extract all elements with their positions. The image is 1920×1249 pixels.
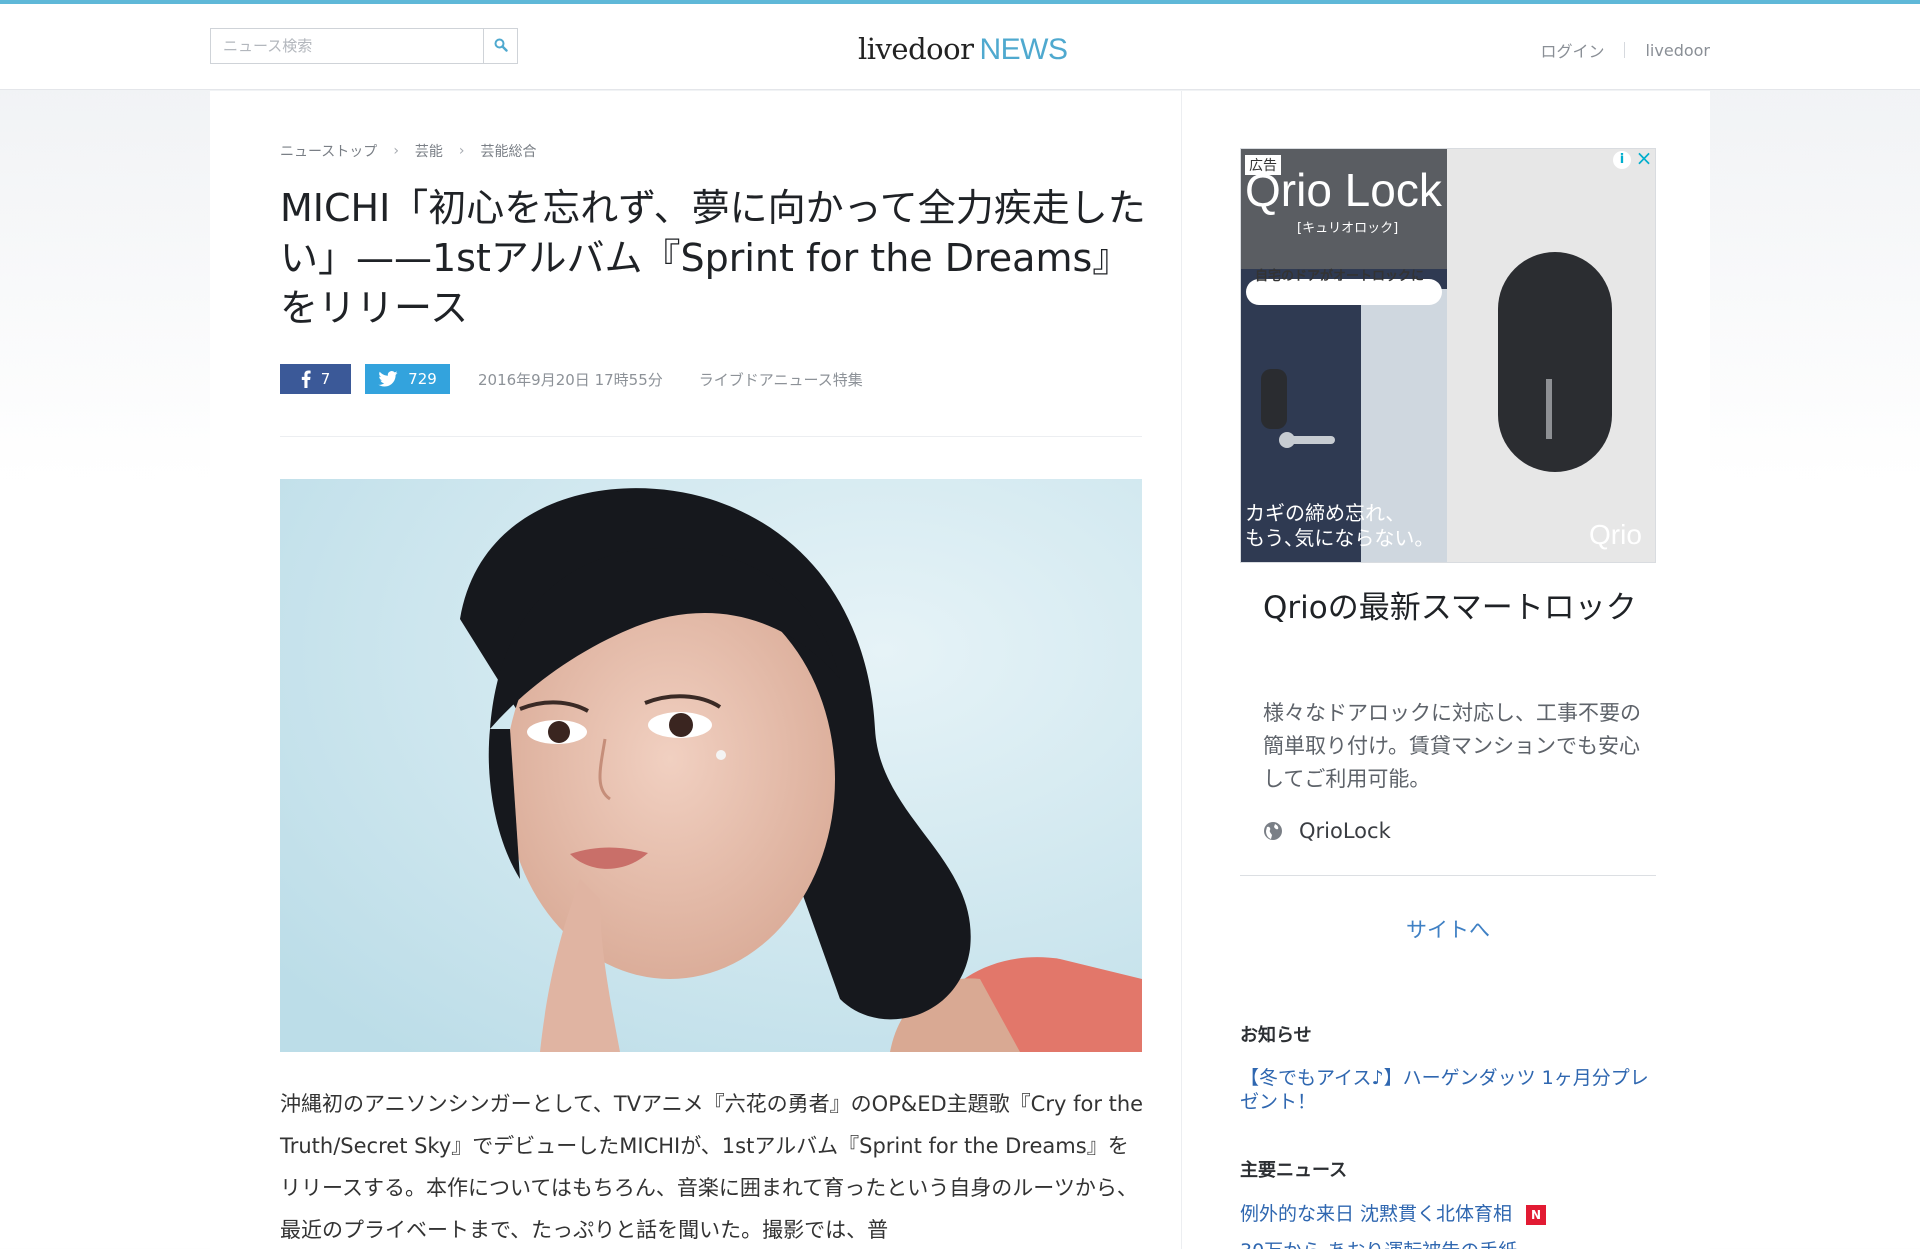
twitter-share-button[interactable]: 729 xyxy=(365,364,450,394)
content-area: ニューストップ › 芸能 › 芸能総合 MICHI「初心を忘れず、夢に向かって全… xyxy=(210,91,1710,1249)
chevron-right-icon: › xyxy=(393,143,399,159)
ad-title[interactable]: Qrioの最新スマートロック xyxy=(1263,585,1643,631)
ad-tagline: 自宅のドアがオートロックに xyxy=(1255,269,1425,284)
portrait-illustration xyxy=(280,479,1142,1052)
meta-divider xyxy=(280,436,1142,437)
article-body: 沖縄初のアニソンシンガーとして、TVアニメ『六花の勇者』のOP&ED主題歌『Cr… xyxy=(280,1092,1144,1242)
search-button[interactable] xyxy=(483,29,517,63)
article-meta: 7 729 2016年9月20日 17時55分 ライブドアニュース特集 xyxy=(280,364,863,394)
breadcrumb-news-top[interactable]: ニューストップ xyxy=(280,141,377,161)
ad-catch-line1: カギの締め忘れ、 xyxy=(1245,501,1406,525)
search-icon xyxy=(494,37,508,56)
header-nav: ログイン livedoor xyxy=(1540,38,1710,62)
search-box xyxy=(210,28,518,64)
major-news-item-1: 例外的な来日 沈黙貫く北体育相 xyxy=(1240,1203,1513,1225)
ad-divider xyxy=(1240,875,1656,876)
ad-catch-line2: もう､気にならない。 xyxy=(1245,526,1435,550)
ad-banner[interactable]: 広告 Qrio Lock [キュリオロック] 自宅のドアがオートロックに カギの… xyxy=(1240,148,1656,563)
ad-description: 様々なドアロックに対応し、工事不要の簡単取り付け。賃貸マンションでも安心してご利… xyxy=(1263,701,1641,791)
breadcrumb-entertainment-general[interactable]: 芸能総合 xyxy=(481,141,537,161)
notice-item[interactable]: 【冬でもアイス♪】ハーゲンダッツ 1ヶ月分プレゼント！ xyxy=(1240,1066,1660,1114)
globe-icon xyxy=(1263,821,1283,841)
ad-product-sub: [キュリオロック] xyxy=(1297,221,1399,236)
breadcrumb: ニューストップ › 芸能 › 芸能総合 xyxy=(280,141,537,161)
major-news-item[interactable]: 30万から あおり運転被告の手紙 xyxy=(1240,1239,1660,1249)
twitter-bird-icon xyxy=(378,371,398,387)
publish-date: 2016年9月20日 17時55分 xyxy=(478,370,663,389)
major-news-heading: 主要ニュース xyxy=(1240,1160,1348,1181)
article-source[interactable]: ライブドアニュース特集 xyxy=(699,369,863,390)
notices-heading: お知らせ xyxy=(1240,1025,1312,1046)
article-title: MICHI「初心を忘れず、夢に向かって全力疾走したい」——1stアルバム『Spr… xyxy=(280,186,1146,330)
ad-product: Qrio Lock xyxy=(1245,164,1442,216)
site-header: livedoorNEWS ログイン livedoor xyxy=(0,4,1920,90)
login-link[interactable]: ログイン xyxy=(1540,38,1604,62)
nav-divider xyxy=(1624,42,1626,58)
ad-catch: カギの締め忘れ、 もう､気にならない。 xyxy=(1245,501,1434,551)
facebook-share-button[interactable]: 7 xyxy=(280,364,351,394)
site-logo[interactable]: livedoor NEWS xyxy=(858,32,1068,67)
article-column: ニューストップ › 芸能 › 芸能総合 MICHI「初心を忘れず、夢に向かって全… xyxy=(210,91,1182,1249)
search-input[interactable] xyxy=(211,29,483,63)
adchoices-icon[interactable]: i xyxy=(1613,151,1631,169)
breadcrumb-entertainment[interactable]: 芸能 xyxy=(415,141,443,161)
close-icon[interactable]: × xyxy=(1635,149,1653,169)
ad-brand[interactable]: QrioLock xyxy=(1263,819,1391,843)
article-photo xyxy=(280,479,1142,1052)
facebook-icon xyxy=(301,370,311,388)
ad-device-brand: Qrio xyxy=(1589,519,1642,550)
twitter-count: 729 xyxy=(408,370,437,388)
facebook-count: 7 xyxy=(320,370,331,388)
chevron-right-icon: › xyxy=(458,143,465,159)
logo-livedoor: livedoor xyxy=(858,32,974,66)
sidebar: 広告 Qrio Lock [キュリオロック] 自宅のドアがオートロックに カギの… xyxy=(1225,91,1656,1249)
major-news-item-2: 30万から あおり運転被告の手紙 xyxy=(1240,1240,1517,1249)
livedoor-link[interactable]: livedoor xyxy=(1645,41,1710,60)
major-news-item[interactable]: 例外的な来日 沈黙貫く北体育相 N xyxy=(1240,1202,1660,1226)
logo-news: NEWS xyxy=(979,33,1068,66)
new-badge: N xyxy=(1526,1205,1547,1225)
ad-brand-name: QrioLock xyxy=(1299,819,1391,843)
ad-site-link[interactable]: サイトへ xyxy=(1240,914,1656,944)
